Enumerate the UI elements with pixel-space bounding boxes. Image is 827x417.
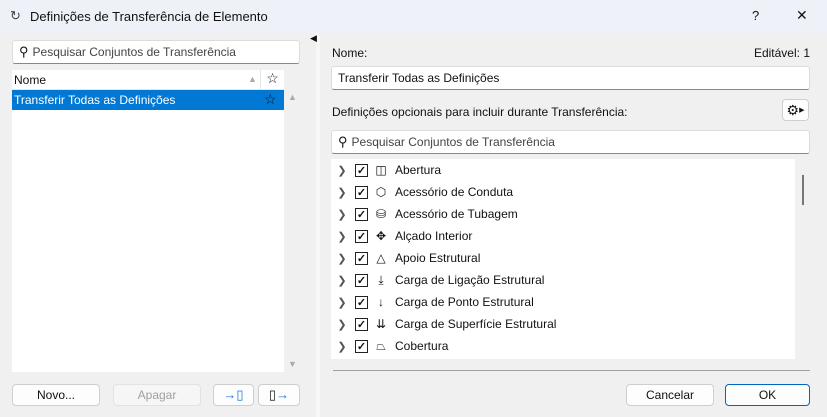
pipe-fitting-icon: ⛁ [375,207,387,221]
check-icon: ✓ [356,318,367,331]
checkbox[interactable]: ✓ [355,207,368,221]
window-title: Definições de Transferência de Elemento [30,9,268,24]
ok-button[interactable]: OK [725,384,810,406]
tree-item[interactable]: ❯ ✓ △ Apoio Estrutural [331,247,795,269]
import-button[interactable]: →▯ [213,384,254,406]
tree-item-label: Apoio Estrutural [395,251,481,265]
tree-item[interactable]: ❯ ✓ ⬡ Acessório de Conduta [331,181,795,203]
check-icon: ✓ [356,186,367,199]
structural-support-icon: △ [376,251,386,265]
check-icon: ✓ [356,252,367,265]
chevron-right-icon[interactable]: ❯ [331,296,353,309]
list-item-label: Transferir Todas as Definições [14,93,176,107]
checkbox[interactable]: ✓ [355,185,368,199]
left-search-input[interactable]: ⚲ Pesquisar Conjuntos de Transferência [12,40,300,64]
interior-elevation-icon: ✥ [375,229,387,243]
editable-count: Editável: 1 [753,46,810,60]
duct-fitting-icon: ⬡ [375,185,387,199]
scroll-up-arrow[interactable]: ▲ [288,92,297,102]
sort-ascending-icon: ▲ [248,74,257,84]
tree-item-label: Carga de Ponto Estrutural [395,295,534,309]
chevron-right-icon[interactable]: ❯ [331,318,353,331]
check-icon: ✓ [356,340,367,353]
search-placeholder: Pesquisar Conjuntos de Transferência [351,135,555,149]
export-button[interactable]: ▯→ [258,384,300,406]
title-bar: ↻ Definições de Transferência de Element… [0,0,827,33]
name-input[interactable]: Transferir Todas as Definições [331,66,810,90]
tree-item-label: Carga de Superfície Estrutural [395,317,557,331]
divider [333,370,810,371]
star-check-icon[interactable]: ☆ [260,70,284,90]
name-value: Transferir Todas as Definições [338,71,500,85]
right-search-input[interactable]: ⚲ Pesquisar Conjuntos de Transferência [331,130,810,154]
panel-splitter[interactable] [316,33,320,417]
optional-settings-label: Definições opcionais para incluir durant… [332,105,628,119]
search-icon: ⚲ [19,44,29,59]
check-icon: ✓ [356,296,367,309]
check-icon: ✓ [356,208,367,221]
export-icon: ▯→ [268,387,290,402]
checkbox[interactable]: ✓ [355,273,368,287]
checkbox[interactable]: ✓ [355,317,368,331]
tree-item[interactable]: ❯ ✓ ⛁ Acessório de Tubagem [331,203,795,225]
checkbox[interactable]: ✓ [355,163,368,177]
tree-item[interactable]: ❯ ✓ ↓ Carga de Ponto Estrutural [331,291,795,313]
triangle-right-icon: ▶ [799,107,805,114]
import-icon: →▯ [223,387,244,402]
sets-list[interactable]: Nome ▲ ☆ Transferir Todas as Definições … [12,70,284,372]
chevron-right-icon[interactable]: ❯ [331,230,353,243]
roof-icon: ⏢ [376,338,386,353]
cancel-button[interactable]: Cancelar [626,384,714,406]
chevron-right-icon[interactable]: ❯ [331,164,353,177]
tree-item-label: Carga de Ligação Estrutural [395,273,545,287]
settings-tree[interactable]: ❯ ✓ ◫ Abertura ❯ ✓ ⬡ Acessório de Conduta… [331,159,795,359]
column-header-name[interactable]: Nome [14,73,46,87]
tree-item-label: Abertura [395,163,442,177]
chevron-right-icon[interactable]: ❯ [331,208,353,221]
tree-item[interactable]: ❯ ✓ ⇊ Carga de Superfície Estrutural [331,313,795,335]
opening-icon: ◫ [375,163,387,177]
checkbox[interactable]: ✓ [355,295,368,309]
list-item[interactable]: Transferir Todas as Definições ☆ [12,90,284,110]
tree-item-label: Acessório de Tubagem [395,207,518,221]
tree-item-label: Alçado Interior [395,229,473,243]
close-button[interactable]: ✕ [796,7,808,24]
surface-load-icon: ⇊ [375,317,387,331]
delete-button[interactable]: Apagar [113,384,201,406]
list-header: Nome ▲ ☆ [12,70,284,90]
check-icon: ✓ [356,230,367,243]
search-icon: ⚲ [338,134,348,149]
chevron-right-icon[interactable]: ❯ [331,274,353,287]
search-placeholder: Pesquisar Conjuntos de Transferência [32,45,236,59]
line-load-icon: ⤓ [378,272,384,287]
new-button[interactable]: Novo... [12,384,100,406]
tree-item-label: Cobertura [395,339,449,353]
help-button[interactable]: ? [752,8,759,23]
chevron-right-icon[interactable]: ❯ [331,340,353,353]
chevron-right-icon[interactable]: ❯ [331,186,353,199]
check-icon: ✓ [356,274,367,287]
app-icon: ↻ [10,8,21,23]
settings-menu-button[interactable]: ⚙ ▶ [782,99,809,121]
tree-item[interactable]: ❯ ✓ ✥ Alçado Interior [331,225,795,247]
checkbox[interactable]: ✓ [355,339,368,353]
scrollbar-thumb[interactable] [802,175,804,205]
tree-item-label: Acessório de Conduta [395,185,514,199]
scroll-down-arrow[interactable]: ▼ [288,359,297,369]
tree-item[interactable]: ❯ ✓ ⏢ Cobertura [331,335,795,357]
star-check-icon[interactable]: ☆ [264,91,277,108]
gear-icon: ⚙ [786,101,800,118]
point-load-icon: ↓ [378,295,384,309]
checkbox[interactable]: ✓ [355,229,368,243]
chevron-right-icon[interactable]: ❯ [331,252,353,265]
tree-item[interactable]: ❯ ✓ ⤓ Carga de Ligação Estrutural [331,269,795,291]
check-icon: ✓ [356,164,367,177]
tree-item[interactable]: ❯ ✓ ◫ Abertura [331,159,795,181]
checkbox[interactable]: ✓ [355,251,368,265]
collapse-left-arrow[interactable]: ◀ [310,33,317,44]
name-label: Nome: [332,46,368,60]
